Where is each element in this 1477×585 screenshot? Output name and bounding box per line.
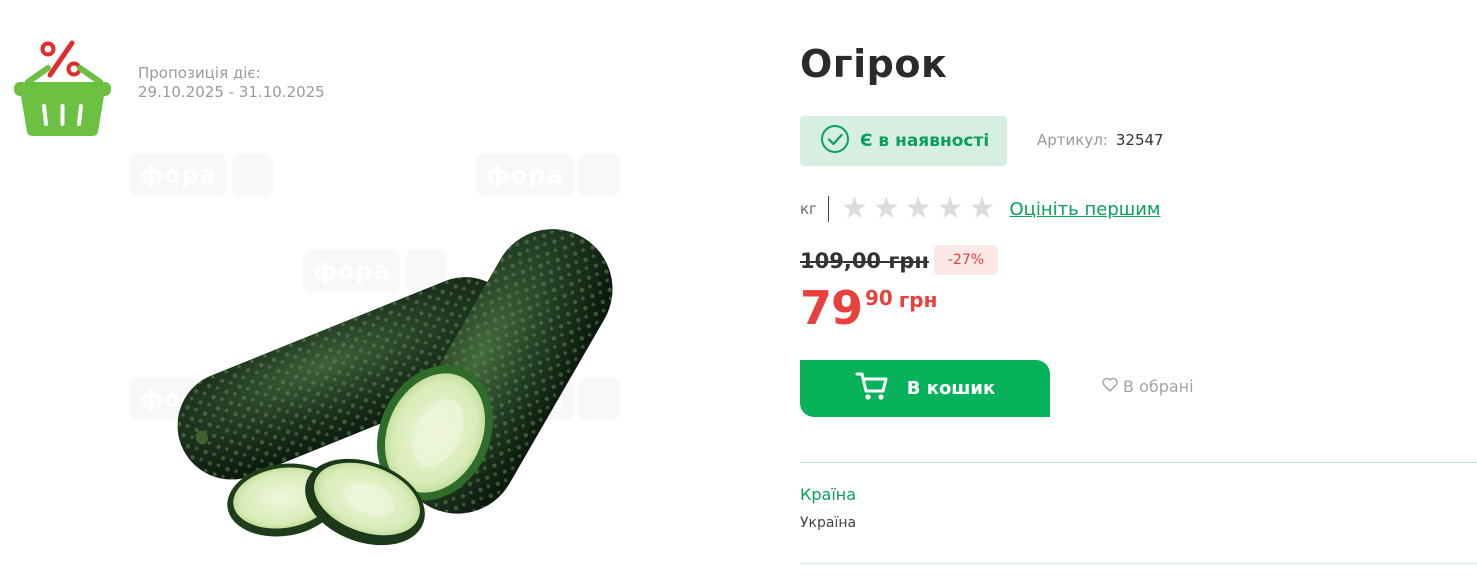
stock-badge: Є в наявності bbox=[800, 116, 1007, 166]
check-circle-icon bbox=[820, 124, 850, 158]
attribute-label-country: Країна bbox=[800, 485, 857, 504]
sku-info: Артикул: 32547 bbox=[1037, 131, 1164, 149]
cart-icon bbox=[855, 371, 889, 406]
rating-row: кг ★ ★ ★ ★ ★ Оцініть першим bbox=[800, 194, 1161, 224]
product-gallery[interactable]: фора фора фора фора фора bbox=[125, 150, 625, 570]
add-to-cart-button[interactable]: В кошик bbox=[800, 360, 1050, 417]
price-integer: 79 bbox=[800, 281, 863, 335]
star-icon[interactable]: ★ bbox=[969, 194, 996, 224]
add-to-cart-label: В кошик bbox=[906, 378, 996, 399]
sku-label: Артикул: bbox=[1037, 131, 1108, 149]
divider bbox=[800, 563, 1477, 564]
offer-dates: 29.10.2025 - 31.10.2025 bbox=[138, 83, 325, 101]
star-icon[interactable]: ★ bbox=[905, 194, 932, 224]
sku-value: 32547 bbox=[1115, 131, 1164, 149]
add-to-favorites-button[interactable]: В обрані bbox=[1102, 377, 1194, 396]
attribute-value-country: Україна bbox=[800, 515, 857, 531]
discount-basket-icon bbox=[14, 38, 114, 138]
star-icon[interactable]: ★ bbox=[841, 194, 868, 224]
old-price: 109,00 грн bbox=[800, 249, 929, 273]
rate-first-link[interactable]: Оцініть першим bbox=[1009, 199, 1160, 220]
current-price: 79 90 грн bbox=[800, 282, 937, 334]
divider bbox=[800, 462, 1477, 463]
product-title: Огірок bbox=[800, 42, 948, 86]
divider bbox=[827, 196, 829, 222]
star-icon[interactable]: ★ bbox=[937, 194, 964, 224]
price-fraction: 90 bbox=[865, 286, 893, 310]
offer-period: Пропозиція діє: 29.10.2025 - 31.10.2025 bbox=[138, 64, 325, 102]
product-image[interactable] bbox=[125, 150, 625, 570]
star-rating[interactable]: ★ ★ ★ ★ ★ bbox=[841, 194, 996, 224]
stock-label: Є в наявності bbox=[860, 131, 990, 151]
unit-label: кг bbox=[800, 200, 817, 218]
favorites-label: В обрані bbox=[1123, 377, 1194, 396]
price-currency: грн bbox=[898, 288, 938, 312]
offer-label: Пропозиція діє: bbox=[138, 64, 261, 82]
discount-badge: -27% bbox=[934, 245, 998, 275]
heart-icon bbox=[1102, 377, 1118, 396]
star-icon[interactable]: ★ bbox=[873, 194, 900, 224]
